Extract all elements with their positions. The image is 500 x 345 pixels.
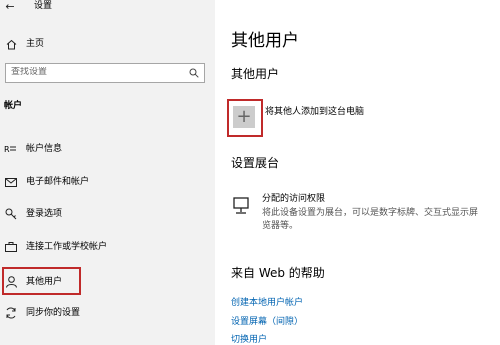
- search-input[interactable]: [11, 67, 176, 77]
- sidebar-item-label: 主页: [26, 39, 45, 49]
- add-user-highlight: [227, 99, 263, 137]
- help-link-create-local-account[interactable]: 创建本地用户帐户: [231, 295, 303, 308]
- help-heading: 来自 Web 的帮助: [231, 266, 325, 280]
- kiosk-heading: 设置展台: [231, 156, 280, 170]
- person-card-icon: R: [3, 142, 18, 156]
- kiosk-description: 将此设备设置为展台，可以是数字标牌、交互式显示屏: [262, 208, 479, 218]
- section-other-users-heading: 其他用户: [231, 67, 280, 81]
- sidebar-item-label: 帐户信息: [26, 144, 63, 154]
- add-user-label[interactable]: 将其他人添加到这台电脑: [265, 106, 364, 118]
- home-icon: [4, 37, 18, 51]
- svg-text:R: R: [4, 145, 10, 154]
- back-arrow-icon[interactable]: ←: [3, 0, 17, 13]
- help-link-switch-user[interactable]: 切换用户: [231, 332, 267, 345]
- section-label: 帐户: [4, 101, 23, 111]
- mail-icon: [3, 175, 18, 189]
- sidebar-item-label: 连接工作或学校帐户: [26, 242, 108, 252]
- sidebar-item-signin-options[interactable]: 登录选项: [0, 203, 215, 225]
- sidebar: ← 设置 主页 帐户 R 帐户信息 电子邮件和帐户 登录选项: [0, 0, 215, 345]
- sidebar-item-home[interactable]: 主页: [0, 33, 215, 55]
- sidebar-item-label: 电子邮件和帐户: [26, 177, 90, 187]
- sync-icon: [3, 306, 18, 320]
- kiosk-description-cont: 览器等。: [262, 221, 299, 231]
- help-link-screen-gap[interactable]: 设置屏幕（间隙）: [231, 314, 303, 327]
- kiosk-title[interactable]: 分配的访问权限: [262, 193, 325, 205]
- briefcase-icon: [3, 240, 18, 254]
- sidebar-item-label: 同步你的设置: [26, 308, 81, 318]
- sidebar-item-work-school[interactable]: 连接工作或学校帐户: [0, 236, 215, 258]
- window-title: 设置: [34, 1, 53, 11]
- selection-highlight: [2, 267, 81, 295]
- sidebar-item-sync[interactable]: 同步你的设置: [0, 302, 215, 324]
- search-box[interactable]: [5, 63, 205, 83]
- search-icon[interactable]: [188, 67, 200, 79]
- page-title: 其他用户: [231, 31, 299, 51]
- sidebar-item-email-accounts[interactable]: 电子邮件和帐户: [0, 171, 215, 193]
- key-icon: [3, 207, 18, 221]
- sidebar-item-label: 登录选项: [26, 209, 63, 219]
- sidebar-item-account-info[interactable]: R 帐户信息: [0, 138, 215, 160]
- kiosk-monitor-icon[interactable]: [231, 196, 251, 216]
